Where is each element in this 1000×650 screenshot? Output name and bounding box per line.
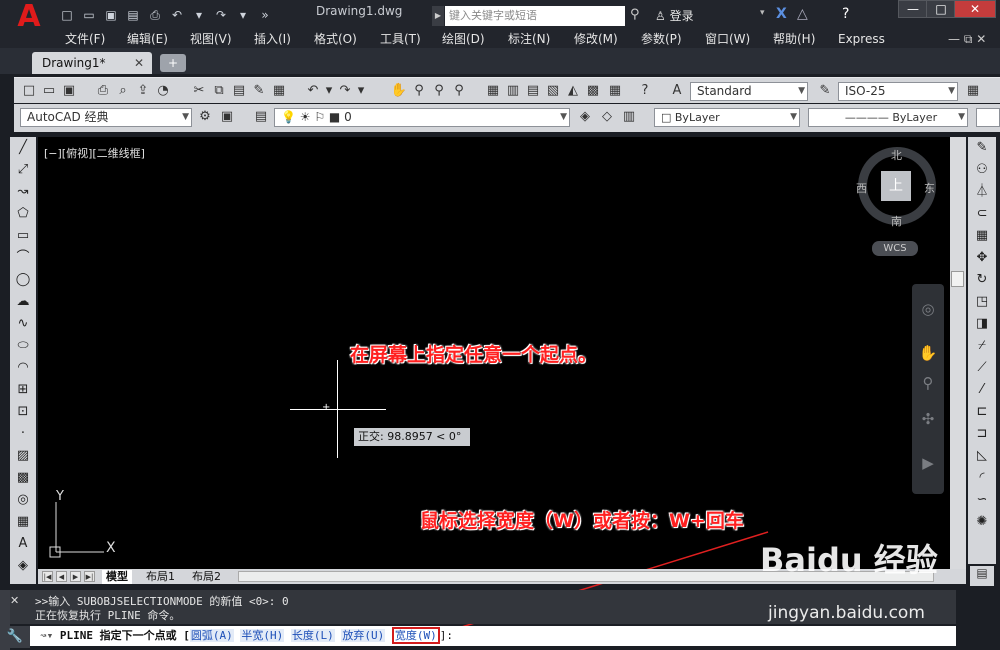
recent-commands-icon[interactable]: ↝▾ (40, 629, 60, 642)
option-undo[interactable]: 放弃(U) (341, 629, 386, 642)
chamfer-icon[interactable]: ◺ (968, 445, 996, 467)
option-width[interactable]: 宽度(W) (391, 627, 440, 644)
layout-tab-1[interactable]: 布局1 (142, 570, 179, 584)
stretch-icon[interactable]: ◨ (968, 313, 996, 335)
baidu-watermark-url: jingyan.baidu.com (768, 603, 925, 623)
ucs-y-label: Y (56, 489, 64, 504)
break-at-point-icon[interactable]: ⁄ (968, 379, 996, 401)
layout-tab-model[interactable]: 模型 (102, 570, 132, 584)
rotate-icon[interactable]: ↻ (968, 269, 996, 291)
break-icon[interactable]: ⊏ (968, 401, 996, 423)
explode-icon[interactable]: ✺ (968, 511, 996, 533)
copy-object-icon[interactable]: ⚇ (968, 159, 996, 181)
mirror-icon[interactable]: ⏃ (968, 181, 996, 203)
option-arc[interactable]: 圆弧(A) (189, 629, 234, 642)
array-icon[interactable]: ▦ (968, 225, 996, 247)
prompt-prefix: PLINE 指定下一个点或 [ (59, 629, 190, 642)
extend-icon[interactable]: ⟋ (968, 357, 996, 379)
vertical-scrollbar[interactable] (950, 137, 966, 569)
prompt-suffix: ]: (439, 629, 453, 642)
option-halfwidth[interactable]: 半宽(H) (240, 629, 285, 642)
trim-icon[interactable]: ⌿ (968, 335, 996, 357)
move-icon[interactable]: ✥ (968, 247, 996, 269)
first-layout-icon[interactable]: |◀ (42, 571, 53, 582)
option-length[interactable]: 长度(L) (290, 629, 335, 642)
erase-icon[interactable]: ✎ (968, 137, 996, 159)
ucs-x-label: X (106, 540, 116, 556)
blend-curves-icon[interactable]: ∽ (968, 489, 996, 511)
join-icon[interactable]: ⊐ (968, 423, 996, 445)
command-prompt: ↝▾ PLINE 指定下一个点或 [圆弧(A) 半宽(H) 长度(L) 放弃(U… (40, 627, 453, 644)
layout-tab-2[interactable]: 布局2 (188, 570, 225, 584)
modify-toolbar: ✎ ⚇ ⏃ ⊂ ▦ ✥ ↻ ◳ ◨ ⌿ ⟋ ⁄ ⊏ ⊐ ◺ ◜ ∽ ✺ (968, 137, 996, 564)
panel-more-icon[interactable]: ▤ (970, 566, 994, 586)
last-layout-icon[interactable]: ▶| (84, 571, 95, 582)
ucs-icon (49, 502, 104, 558)
command-close-icon[interactable]: ✕ (10, 594, 19, 607)
next-layout-icon[interactable]: ▶ (70, 571, 81, 582)
offset-icon[interactable]: ⊂ (968, 203, 996, 225)
scroll-thumb[interactable] (951, 271, 964, 287)
command-history-line-2: 正在恢复执行 PLINE 命令。 (35, 609, 181, 622)
customize-icon[interactable]: 🔧 (0, 626, 30, 648)
scale-icon[interactable]: ◳ (968, 291, 996, 313)
baidu-watermark-logo: Baidu 经验 (760, 541, 938, 579)
prev-layout-icon[interactable]: ◀ (56, 571, 67, 582)
fillet-icon[interactable]: ◜ (968, 467, 996, 489)
